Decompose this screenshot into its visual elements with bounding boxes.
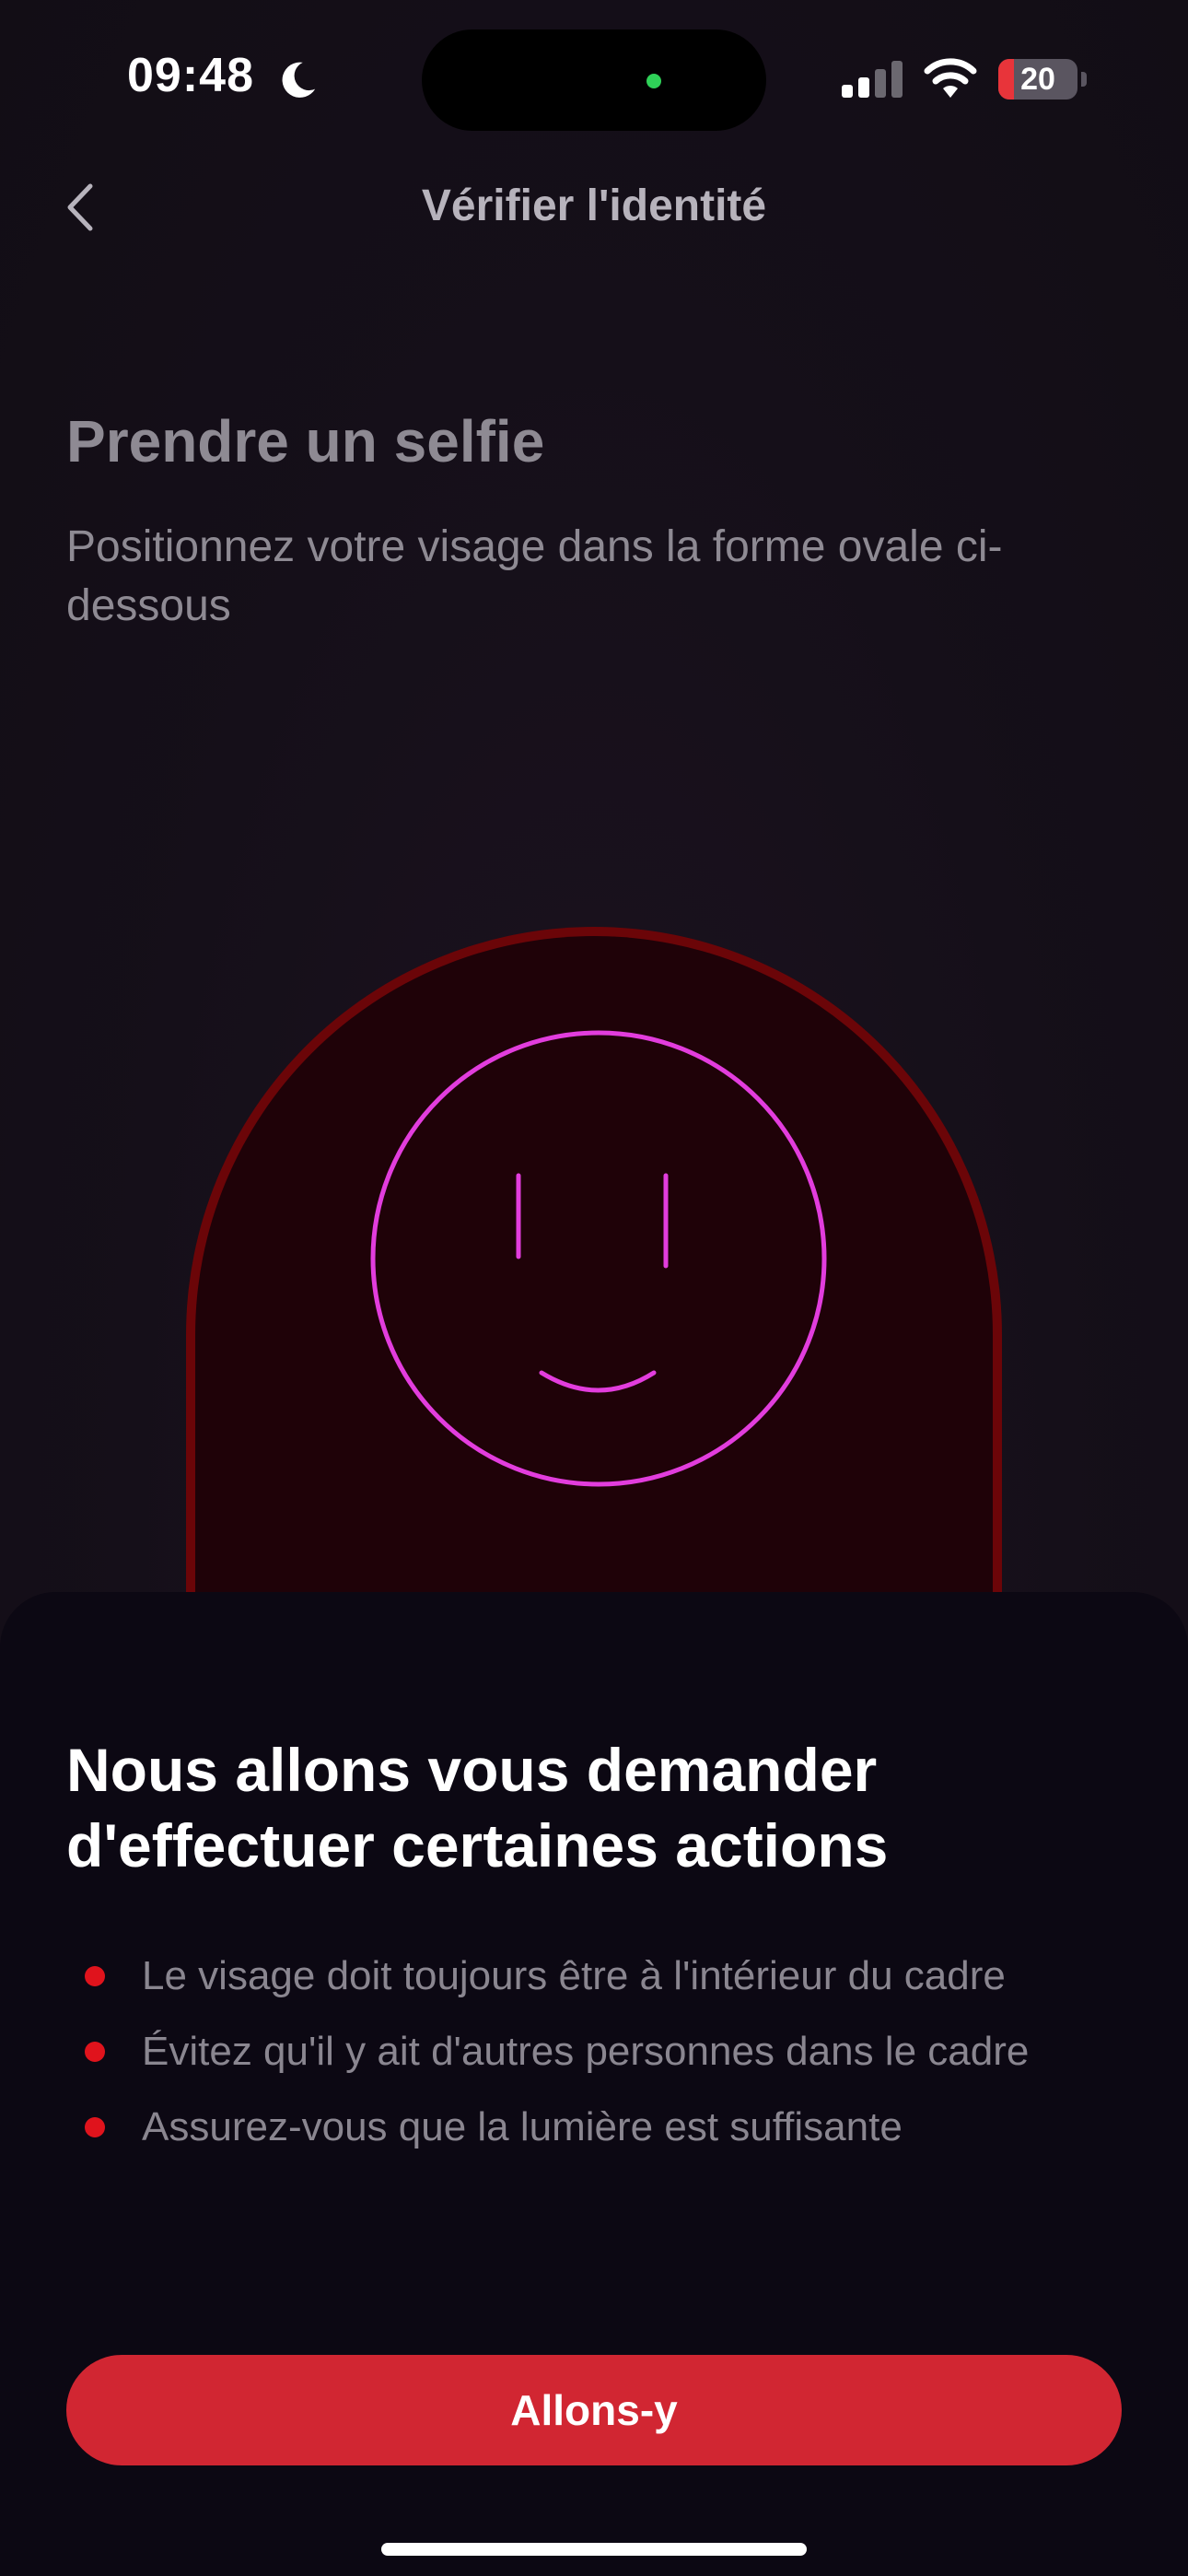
bullet-dot-icon: [85, 2042, 105, 2062]
bullet-dot-icon: [85, 2117, 105, 2137]
instruction-list: Le visage doit toujours être à l'intérie…: [66, 1950, 1125, 2176]
smiley-face-icon: [370, 1030, 827, 1487]
status-time: 09:48: [127, 49, 254, 102]
bullet-dot-icon: [85, 1966, 105, 1986]
list-item-text: Le visage doit toujours être à l'intérie…: [142, 1953, 1006, 1998]
camera-indicator-icon: [646, 74, 661, 88]
allons-y-button[interactable]: Allons-y: [66, 2355, 1122, 2465]
moon-icon: [282, 62, 316, 98]
page-heading: Prendre un selfie: [66, 408, 545, 474]
screen: 09:48 20 Vérifier l'identité Prendre un …: [0, 0, 1188, 2576]
list-item: Évitez qu'il y ait d'autres personnes da…: [66, 2025, 1125, 2078]
battery-level: 20: [1020, 62, 1055, 97]
nav-title: Vérifier l'identité: [421, 181, 767, 230]
list-item: Le visage doit toujours être à l'intérie…: [66, 1950, 1125, 2003]
battery-cap: [1081, 72, 1087, 87]
signal-icon: [842, 61, 903, 98]
list-item-text: Assurez-vous que la lumière est suffisan…: [142, 2104, 903, 2149]
home-indicator[interactable]: [381, 2543, 807, 2556]
status-bar: 09:48 20: [0, 0, 1188, 157]
page-subtitle: Positionnez votre visage dans la forme o…: [66, 522, 1003, 630]
wifi-icon: [924, 58, 977, 98]
list-item-text: Évitez qu'il y ait d'autres personnes da…: [142, 2029, 1030, 2074]
dynamic-island: [422, 29, 766, 131]
sheet-title: Nous allons vous demander d'effectuer ce…: [66, 1736, 889, 1879]
battery-icon: 20: [998, 59, 1077, 100]
list-item: Assurez-vous que la lumière est suffisan…: [66, 2101, 1125, 2154]
